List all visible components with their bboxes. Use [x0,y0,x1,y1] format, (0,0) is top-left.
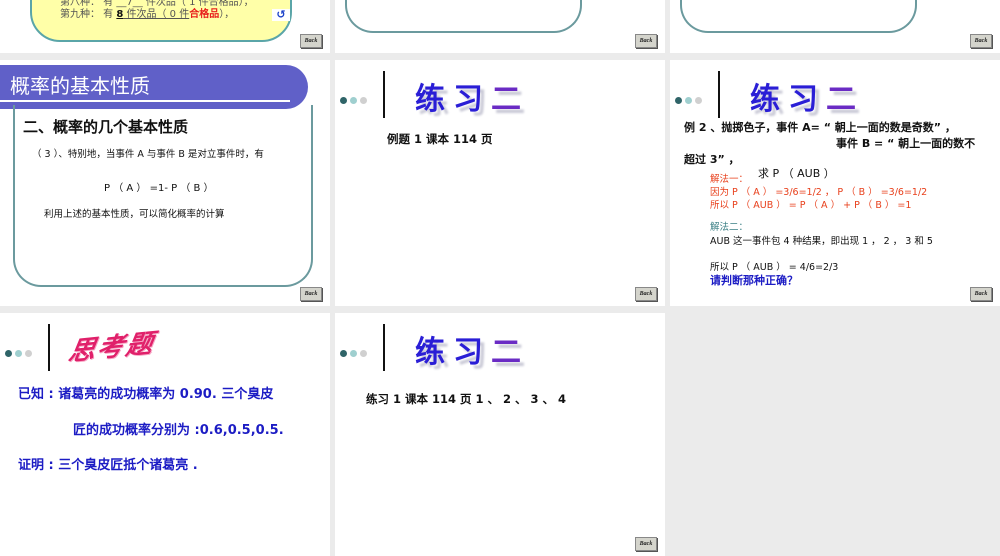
slide-thumbnail-2[interactable]: Back [335,0,665,53]
decor-dots [675,89,705,108]
slide-thumbnail-5[interactable]: 练习二 例题 1 课本 114 页 Back [335,60,665,306]
title-part: 二 [491,82,529,117]
content-box [680,0,917,33]
back-button[interactable]: Back [970,34,992,48]
wordart-title: 思考题 [66,328,157,368]
body-text: 练习 1 课本 114 页 1 、 2 、 3 、 4 [366,392,567,406]
solution-2-label: 解法二： [710,222,749,233]
title-part: 练习 [750,82,826,117]
divider [383,324,385,371]
slide-title: 练习二 [415,74,529,118]
decor-dots [340,89,370,108]
back-button[interactable]: Back [635,537,657,551]
body-text: 例题 1 课本 114 页 [387,132,493,146]
question-line-3: 超过 3” ， [684,153,740,166]
back-button[interactable]: Back [300,287,322,301]
solution-2-line-2: 所以 P （ AUB ） = 4/6=2/3 [710,262,839,273]
divider [718,71,720,118]
question-line-2: 事件 B = “ 朝上一面的数不 [836,137,976,150]
decor-dots [5,342,35,361]
line-9-prefix: 第九种： 有 [60,9,117,20]
solution-1-line-1: 因为 P （ A ） =3/6=1/2 ， P （ B ） =3/6=1/2 [710,187,928,198]
slide-thumbnail-7[interactable]: 思考题 已知 : 诸葛亮的成功概率为 0.90. 三个臭皮 匠的成功概率分别为 … [0,313,330,556]
title-part: 练习 [415,82,491,117]
slide-thumbnail-6[interactable]: 练习二 例 2 、抛掷色子，事件 A= “ 朝上一面的数是奇数” ， 事件 B … [670,60,1000,306]
solution-1-line-2: 所以 P （ AUB ） = P （ A ） + P （ B ） =1 [710,200,912,211]
title-part: 练习 [415,335,491,370]
formula: P （ A ） =1- P （ B ） [104,183,214,194]
note-text: 利用上述的基本性质，可以简化概率的计算 [44,209,225,220]
slide-title: 练习二 [750,74,864,118]
divider [48,324,50,371]
question-line-1: 例 2 、抛掷色子，事件 A= “ 朝上一面的数是奇数” ， [684,121,956,134]
content-box [345,0,582,33]
title-part: 二 [491,335,529,370]
return-icon[interactable]: ↺ [272,9,290,21]
line-9-end: ）， [219,9,235,20]
solution-2-line-1: AUB 这一事件包 4 种结果，即出现 1 ， 2 ， 3 和 5 [710,236,933,247]
back-button[interactable]: Back [970,287,992,301]
given-line-2: 匠的成功概率分别为 :0.6,0.5,0.5. [73,423,284,438]
title-part: 二 [826,82,864,117]
slide-title: 概率的基本性质 [10,74,150,98]
back-button[interactable]: Back [635,34,657,48]
slide-thumbnail-8[interactable]: 练习二 练习 1 课本 114 页 1 、 2 、 3 、 4 Back [335,313,665,556]
back-button[interactable]: Back [300,34,322,48]
given-line-1: 已知 : 诸葛亮的成功概率为 0.90. 三个臭皮 [18,387,274,402]
question-prompt: 请判断那种正确？ [710,274,798,287]
slide-thumbnail-3[interactable]: Back [670,0,1000,53]
line-9: 第九种： 有 8 件次品（ 0 件合格品）， [60,8,234,22]
solution-1-ask: 求 P （ AUB ） [758,167,835,180]
slide-title: 练习二 [415,327,529,371]
divider [383,71,385,118]
back-button[interactable]: Back [635,287,657,301]
line-9-mid: 件次品（ 0 件 [123,9,190,20]
line-9-red: 合格品 [189,9,220,20]
property-text: （ 3 ）、特别地，当事件 A 与事件 B 是对立事件时，有 [32,149,264,160]
slide-thumbnail-4[interactable]: 概率的基本性质 二、概率的几个基本性质 （ 3 ）、特别地，当事件 A 与事件 … [0,60,330,306]
decor-dots [340,342,370,361]
solution-1-label: 解法一： [710,174,749,185]
banner-underline [0,100,290,102]
slide-thumbnail-1[interactable]: 第八种： 有 __7__ 件次品（ 1 件合格品）， 第九种： 有 8 件次品（… [0,0,330,53]
section-heading: 二、概率的几个基本性质 [23,118,189,136]
prove-line: 证明 : 三个臭皮匠抵个诸葛亮 . [18,458,198,473]
